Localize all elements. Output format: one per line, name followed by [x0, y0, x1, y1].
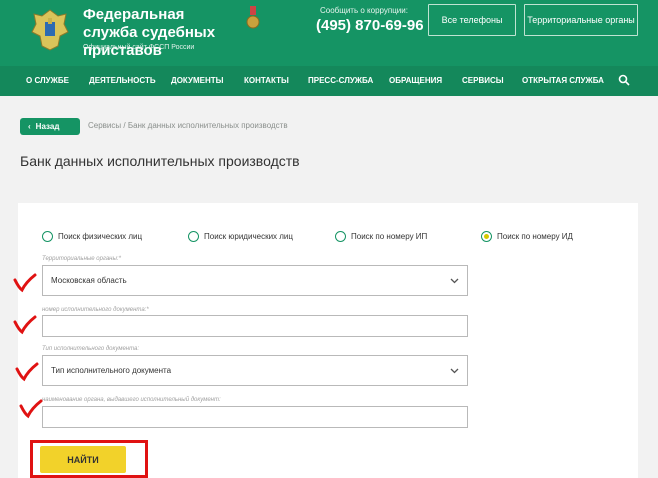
all-phones-button[interactable]: Все телефоны	[428, 4, 516, 36]
nav-item-services[interactable]: СЕРВИСЫ	[462, 76, 504, 85]
nav-item-about[interactable]: О СЛУЖБЕ	[26, 76, 69, 85]
check-mark-icon	[15, 362, 39, 382]
doc-type-label: Тип исполнительного документа:	[42, 346, 140, 352]
org-subtitle: Официальный сайт ФССП России	[83, 44, 195, 51]
radio-search-by-id[interactable]: Поиск по номеру ИД	[481, 231, 573, 242]
medal-icon	[246, 6, 260, 29]
main-nav: О СЛУЖБЕ ДЕЯТЕЛЬНОСТЬ ДОКУМЕНТЫ КОНТАКТЫ…	[0, 66, 658, 96]
doc-number-input[interactable]	[42, 315, 468, 337]
radio-search-individuals[interactable]: Поиск физических лиц	[42, 231, 142, 242]
radio-label: Поиск физических лиц	[58, 232, 143, 241]
breadcrumb[interactable]: Сервисы / Банк данных исполнительных про…	[88, 121, 288, 130]
nav-item-appeals[interactable]: ОБРАЩЕНИЯ	[389, 76, 442, 85]
check-mark-icon	[19, 399, 43, 419]
nav-item-documents[interactable]: ДОКУМЕНТЫ	[171, 76, 223, 85]
territorial-select[interactable]: Московская область	[42, 265, 468, 296]
chevron-down-icon	[450, 368, 459, 373]
fssp-emblem-icon[interactable]	[28, 6, 72, 54]
chevron-left-icon: ‹	[28, 122, 31, 131]
radio-indicator-selected[interactable]	[481, 231, 492, 242]
radio-indicator[interactable]	[188, 231, 199, 242]
nav-item-open-service[interactable]: ОТКРЫТАЯ СЛУЖБА	[522, 76, 604, 85]
territorial-label: Территориальные органы:*	[42, 256, 121, 262]
corruption-label: Сообщить о коррупции:	[320, 6, 408, 15]
search-form-card	[18, 203, 638, 478]
annotation-highlight-box	[30, 440, 148, 478]
territorial-bodies-button[interactable]: Территориальные органы	[524, 4, 638, 36]
radio-indicator[interactable]	[335, 231, 346, 242]
nav-item-press[interactable]: ПРЕСС-СЛУЖБА	[308, 76, 373, 85]
phone-number[interactable]: (495) 870-69-96	[316, 17, 424, 34]
check-mark-icon	[13, 273, 37, 293]
radio-label: Поиск юридических лиц	[204, 232, 293, 241]
radio-label: Поиск по номеру ИД	[497, 232, 573, 241]
search-icon[interactable]	[618, 74, 630, 86]
site-header: Федеральная служба судебных приставов Оф…	[0, 0, 658, 66]
doc-type-select[interactable]: Тип исполнительного документа	[42, 355, 468, 386]
chevron-down-icon	[450, 278, 459, 283]
nav-item-contacts[interactable]: КОНТАКТЫ	[244, 76, 289, 85]
page-title: Банк данных исполнительных производств	[20, 153, 300, 169]
org-title[interactable]: Федеральная служба судебных приставов	[83, 6, 243, 60]
radio-search-legal-entities[interactable]: Поиск юридических лиц	[188, 231, 293, 242]
doc-number-label: номер исполнительного документа:*	[42, 307, 149, 313]
check-mark-icon	[13, 315, 37, 335]
nav-item-activity[interactable]: ДЕЯТЕЛЬНОСТЬ	[89, 76, 156, 85]
radio-search-by-ip[interactable]: Поиск по номеру ИП	[335, 231, 427, 242]
radio-indicator[interactable]	[42, 231, 53, 242]
doc-type-value: Тип исполнительного документа	[51, 366, 172, 375]
issuer-label: наименование органа, выдавшего исполните…	[42, 397, 221, 403]
back-label: Назад	[35, 122, 60, 131]
back-button[interactable]: ‹ Назад	[20, 118, 80, 135]
territorial-value: Московская область	[51, 276, 127, 285]
radio-label: Поиск по номеру ИП	[351, 232, 428, 241]
issuer-input[interactable]	[42, 406, 468, 428]
